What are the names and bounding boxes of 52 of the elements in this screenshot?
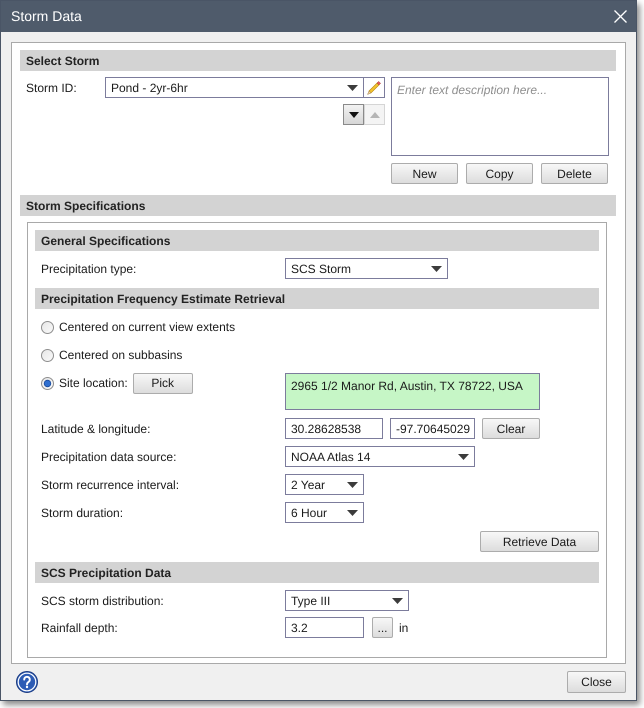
field-label: Rainfall depth: [41,620,118,636]
field-label: SCS storm distribution: [41,592,164,610]
action-button[interactable]: New [391,163,458,184]
latitude-field[interactable]: 30.28628538 [285,418,383,439]
field-label: Latitude & longitude: [41,420,150,438]
caret-icon [347,84,358,90]
address-field[interactable]: 2965 1/2 Manor Rd, Austin, TX 78722, USA [285,373,540,410]
caret-icon [458,454,469,460]
retrieve-data-button[interactable]: Retrieve Data [480,531,599,552]
field-label: Storm ID: [26,80,77,96]
caret-icon [347,482,358,488]
radio-button[interactable] [41,320,54,334]
edit-button[interactable] [364,77,385,98]
radio-button[interactable] [41,376,54,390]
section-header: Storm Specifications [20,195,616,216]
radio-button[interactable] [41,348,54,362]
caret-icon [431,266,442,272]
browse-button[interactable]: ... [372,617,393,638]
action-button[interactable]: Copy [466,163,533,184]
move-down-button[interactable] [343,104,364,125]
dropdown[interactable]: Type III [285,590,409,611]
caret-icon [392,598,403,604]
up-triangle-icon [370,112,380,118]
radio-label: Centered on current view extents [59,319,236,336]
down-triangle-icon [348,112,358,118]
number-field[interactable]: 3.2 [285,617,364,638]
dropdown[interactable]: NOAA Atlas 14 [285,446,475,467]
help-icon[interactable] [16,671,38,693]
radio-label: Centered on subbasins [59,347,182,364]
storm-id-dropdown[interactable]: Pond - 2yr-6hr [105,77,364,98]
unit-label: in [399,620,408,636]
window-title: Storm Data [11,7,82,26]
clear-button[interactable]: Clear [482,418,540,439]
section-header: SCS Precipitation Data [35,562,599,583]
pick-button[interactable]: Pick [132,372,193,394]
dropdown[interactable]: 2 Year [285,474,364,495]
caret-icon [347,510,358,516]
section-header: Select Storm [20,50,616,71]
field-label: Storm recurrence interval: [41,476,180,494]
section-header: Precipitation Frequency Estimate Retrieval [35,288,599,309]
section-header: General Specifications [35,230,599,251]
close-icon[interactable] [614,10,627,23]
field-label: Precipitation data source: [41,448,176,466]
dropdown[interactable]: SCS Storm [285,258,448,279]
longitude-field[interactable]: -97.70645029 [390,418,475,439]
radio-label: Site location: [59,375,128,392]
field-label: Precipitation type: [41,260,136,278]
action-button[interactable]: Delete [541,163,608,184]
close-button[interactable]: Close [567,671,626,693]
dropdown[interactable]: 6 Hour [285,502,364,523]
pencil-icon [366,80,382,96]
field-label: Storm duration: [41,504,124,522]
